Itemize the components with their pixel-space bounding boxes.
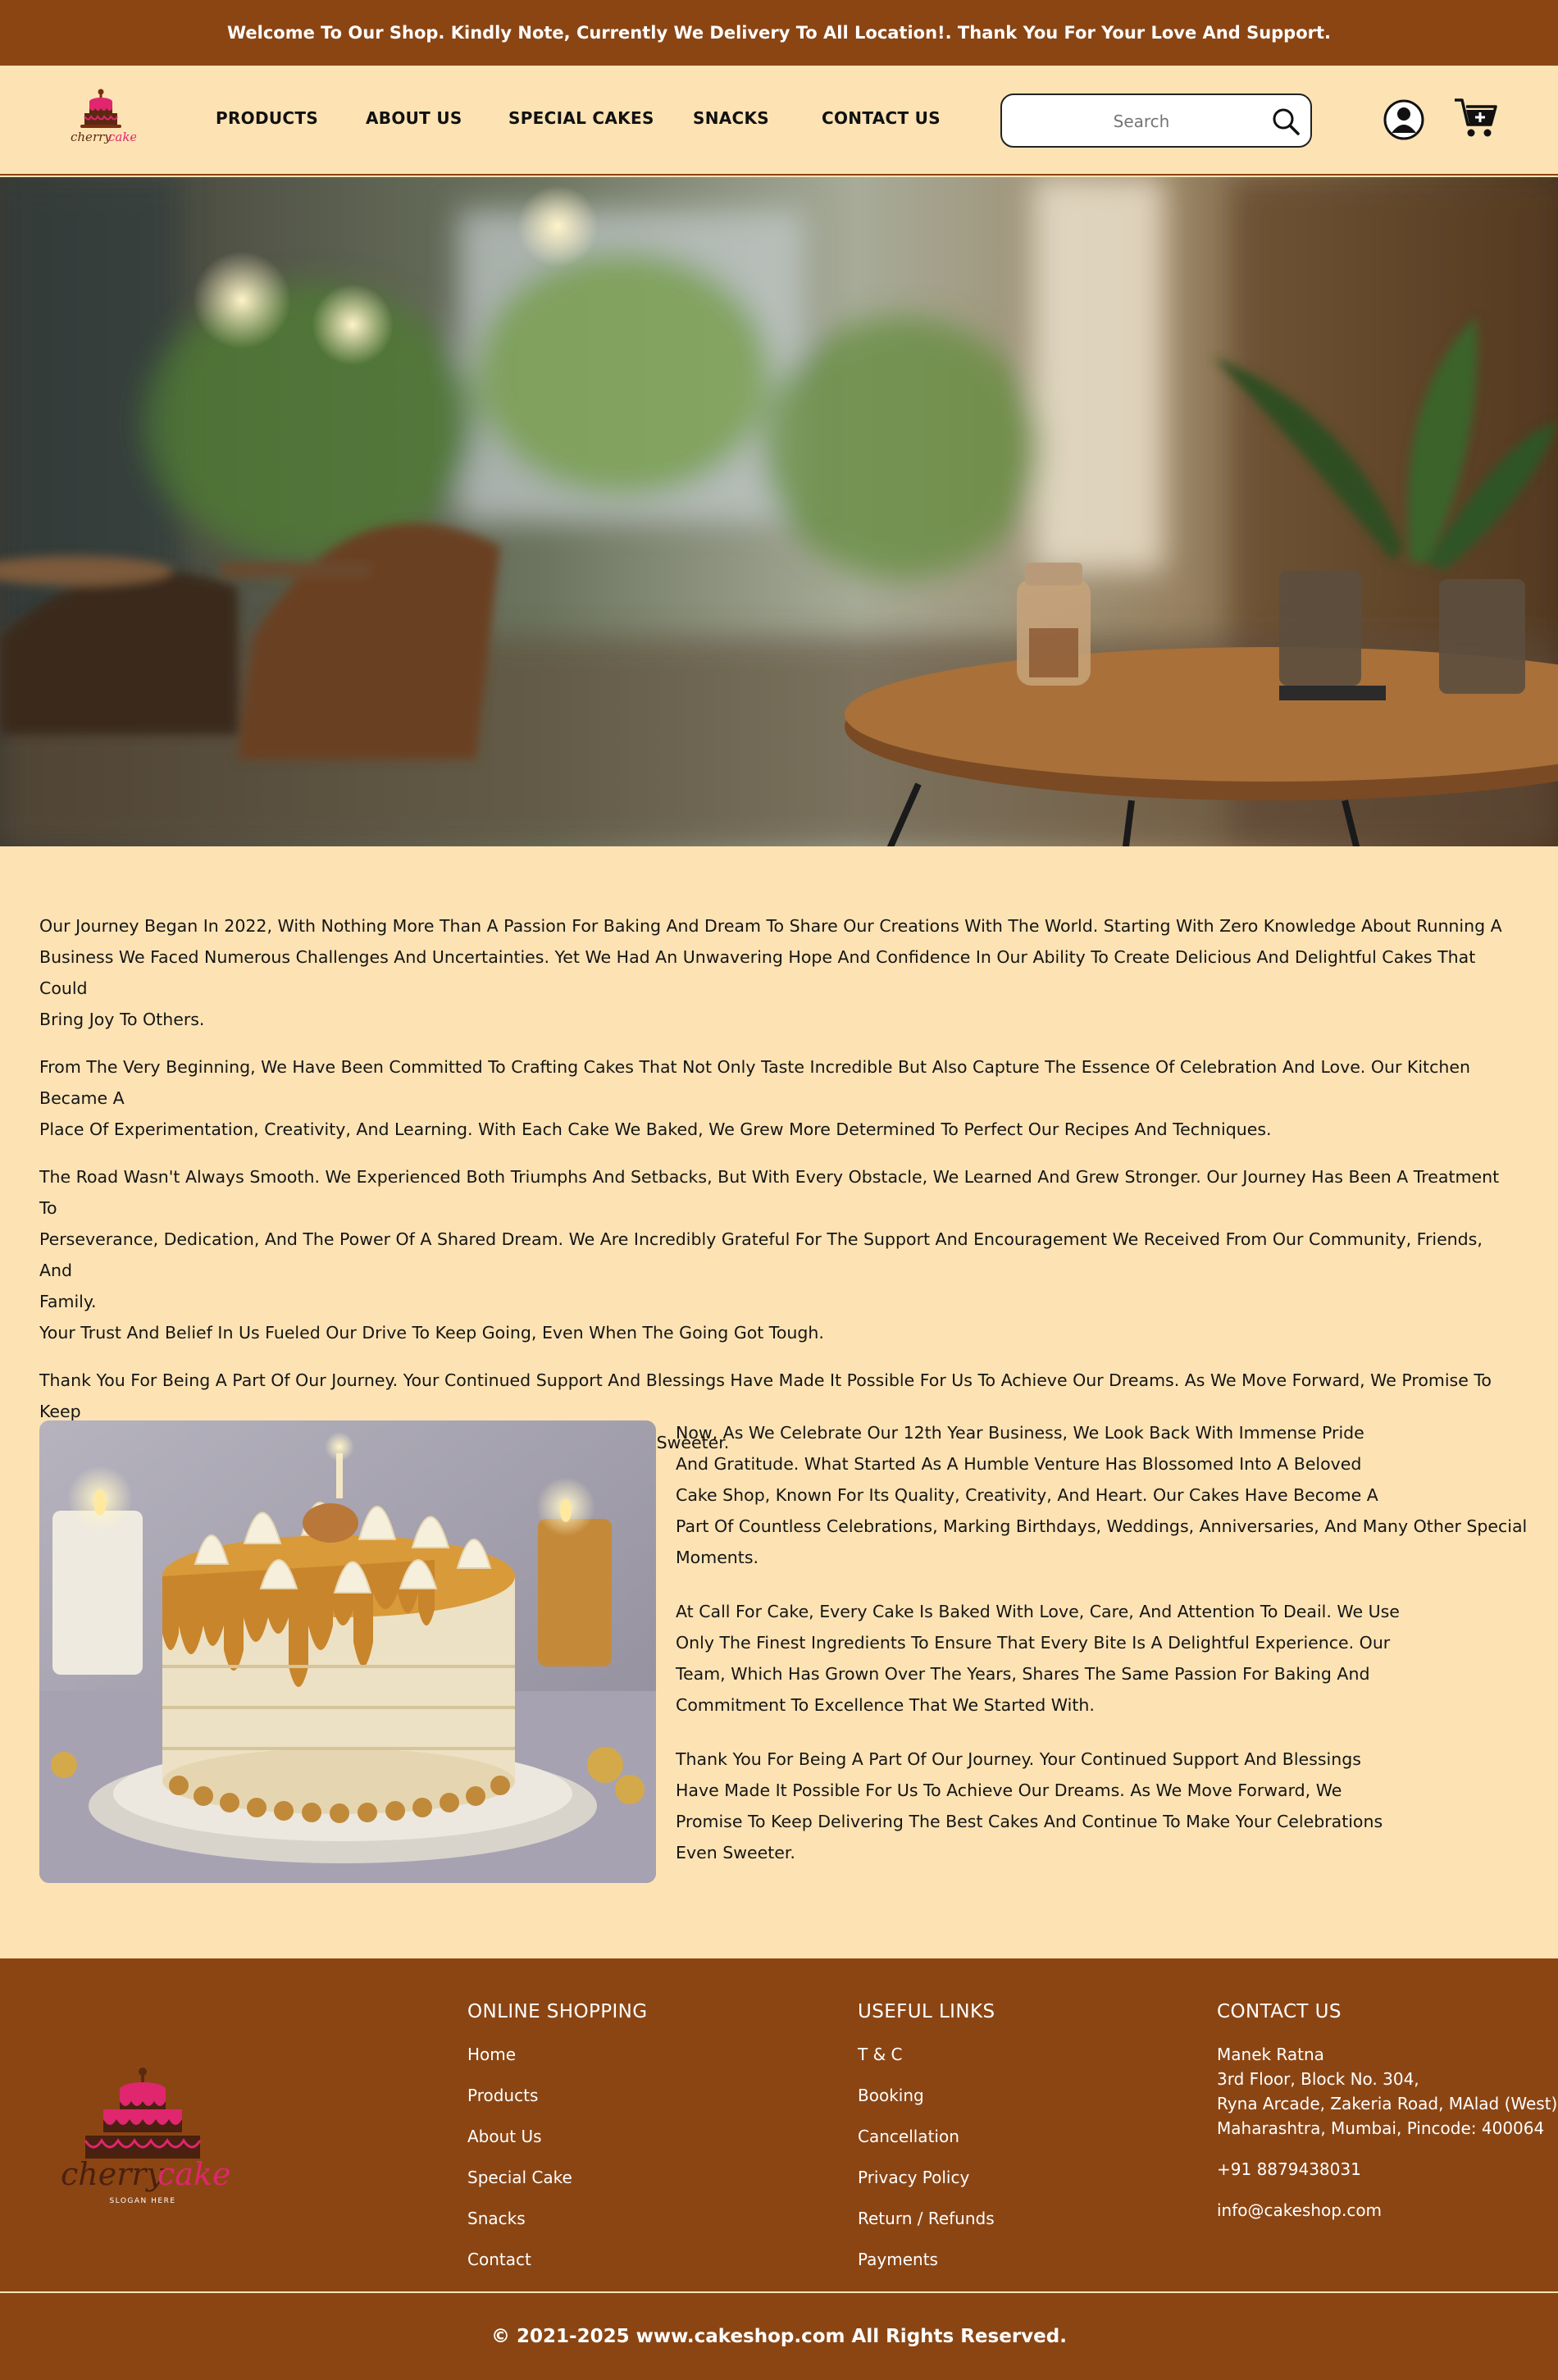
cart-icon[interactable] xyxy=(1453,95,1499,141)
search-input[interactable] xyxy=(1018,107,1264,136)
user-icon[interactable] xyxy=(1383,98,1425,141)
svg-text:cherry: cherry xyxy=(71,130,112,144)
svg-text:cake: cake xyxy=(157,2156,230,2192)
footer-email[interactable]: info@cakeshop.com xyxy=(1217,2198,1558,2223)
footer-link-payments[interactable]: Payments xyxy=(858,2247,995,2272)
story-paragraph-line: Family. xyxy=(39,1292,97,1311)
footer-link-privacy-policy[interactable]: Privacy Policy xyxy=(858,2165,995,2190)
footer-cherry-cake-logo[interactable]: cherry cake SLOGAN HERE xyxy=(52,2062,233,2209)
footer-link-cancellation[interactable]: Cancellation xyxy=(858,2124,995,2149)
announcement-bar: Welcome To Our Shop. Kindly Note, Curren… xyxy=(0,0,1558,66)
side-paragraph-line: Moments. xyxy=(676,1548,759,1567)
side-paragraph: Now, As We Celebrate Our 12th Year Busin… xyxy=(676,1417,1545,1573)
nav-products[interactable]: PRODUCTS xyxy=(216,108,318,128)
story-paragraph-line: Our Journey Began In 2022, With Nothing … xyxy=(39,916,1502,936)
footer-link-about-us[interactable]: About Us xyxy=(467,2124,648,2149)
side-paragraph-line: Team, Which Has Grown Over The Years, Sh… xyxy=(676,1664,1370,1684)
side-paragraph-line: And Gratitude. What Started As A Humble … xyxy=(676,1454,1362,1474)
svg-text:cake: cake xyxy=(108,130,136,144)
story-paragraph-line: Your Trust And Belief In Us Fueled Our D… xyxy=(39,1323,824,1343)
story-paragraph-line: The Road Wasn't Always Smooth. We Experi… xyxy=(39,1167,1500,1218)
footer-link-products[interactable]: Products xyxy=(467,2083,648,2108)
side-paragraph-line: Cake Shop, Known For Its Quality, Creati… xyxy=(676,1485,1378,1505)
footer-link-special-cake[interactable]: Special Cake xyxy=(467,2165,648,2190)
side-paragraph: At Call For Cake, Every Cake Is Baked Wi… xyxy=(676,1596,1545,1721)
footer-online-shopping-title: ONLINE SHOPPING xyxy=(467,2001,648,2022)
side-paragraph-line: Promise To Keep Delivering The Best Cake… xyxy=(676,1812,1383,1831)
caramel-cake-image xyxy=(39,1420,656,1883)
footer-address: Manek Ratna 3rd Floor, Block No. 304, Ry… xyxy=(1217,2042,1558,2141)
footer-online-shopping: ONLINE SHOPPING Home Products About Us S… xyxy=(467,2001,648,2288)
address-line: Manek Ratna xyxy=(1217,2045,1324,2064)
hero-cafe-image xyxy=(0,177,1558,846)
story-paragraph-line: Business We Faced Numerous Challenges An… xyxy=(39,947,1476,998)
story-paragraph-line: Place Of Experimentation, Creativity, An… xyxy=(39,1119,1272,1139)
footer-divider xyxy=(0,2291,1558,2293)
story-paragraph-line: From The Very Beginning, We Have Been Co… xyxy=(39,1057,1470,1108)
side-paragraph-line: Have Made It Possible For Us To Achieve … xyxy=(676,1780,1342,1800)
footer-link-terms[interactable]: T & C xyxy=(858,2042,995,2067)
address-line: 3rd Floor, Block No. 304, xyxy=(1217,2069,1419,2089)
side-paragraph-line: Part Of Countless Celebrations, Marking … xyxy=(676,1516,1528,1536)
svg-text:cherry: cherry xyxy=(61,2156,165,2192)
story-paragraph-line: Perseverance, Dedication, And The Power … xyxy=(39,1229,1483,1280)
footer: cherry cake SLOGAN HERE ONLINE SHOPPING … xyxy=(0,1958,1558,2380)
footer-link-contact[interactable]: Contact xyxy=(467,2247,648,2272)
nav-contact-us[interactable]: CONTACT US xyxy=(822,108,941,128)
story-section: Our Journey Began In 2022, With Nothing … xyxy=(39,910,1519,1475)
cherry-cake-logo[interactable]: cherry cake xyxy=(66,84,136,154)
footer-useful-links: USEFUL LINKS T & C Booking Cancellation … xyxy=(858,2001,995,2288)
footer-useful-links-title: USEFUL LINKS xyxy=(858,2001,995,2022)
story-paragraph: Our Journey Began In 2022, With Nothing … xyxy=(39,910,1519,1035)
side-paragraph-line: Commitment To Excellence That We Started… xyxy=(676,1695,1095,1715)
footer-phone[interactable]: +91 8879438031 xyxy=(1217,2157,1558,2182)
story-paragraph: From The Very Beginning, We Have Been Co… xyxy=(39,1051,1519,1145)
search-icon[interactable] xyxy=(1269,105,1302,138)
nav-snacks[interactable]: SNACKS xyxy=(693,108,769,128)
search-box xyxy=(1000,93,1312,148)
nav-special-cakes[interactable]: SPECIAL CAKES xyxy=(508,108,654,128)
story-paragraph-line: Bring Joy To Others. xyxy=(39,1010,205,1029)
announcement-text: Welcome To Our Shop. Kindly Note, Curren… xyxy=(226,23,1332,43)
navbar: cherry cake PRODUCTS ABOUT US SPECIAL CA… xyxy=(0,66,1558,176)
side-paragraph-line: At Call For Cake, Every Cake Is Baked Wi… xyxy=(676,1602,1400,1621)
side-paragraph-line: Thank You For Being A Part Of Our Journe… xyxy=(676,1749,1361,1769)
side-paragraph-line: Only The Finest Ingredients To Ensure Th… xyxy=(676,1633,1391,1653)
nav-about-us[interactable]: ABOUT US xyxy=(366,108,462,128)
address-line: Maharashtra, Mumbai, Pincode: 400064 xyxy=(1217,2118,1545,2138)
story-paragraph: The Road Wasn't Always Smooth. We Experi… xyxy=(39,1161,1519,1348)
footer-contact: CONTACT US Manek Ratna 3rd Floor, Block … xyxy=(1217,2001,1558,2223)
footer-link-snacks[interactable]: Snacks xyxy=(467,2206,648,2231)
footer-contact-title: CONTACT US xyxy=(1217,2001,1342,2022)
side-paragraph: Thank You For Being A Part Of Our Journe… xyxy=(676,1744,1545,1868)
address-line: Ryna Arcade, Zakeria Road, MAlad (West), xyxy=(1217,2094,1558,2113)
side-paragraph-line: Now, As We Celebrate Our 12th Year Busin… xyxy=(676,1423,1364,1443)
side-text-section: Now, As We Celebrate Our 12th Year Busin… xyxy=(676,1417,1545,1891)
footer-link-booking[interactable]: Booking xyxy=(858,2083,995,2108)
copyright-text: © 2021-2025 www.cakeshop.com All Rights … xyxy=(491,2326,1067,2347)
footer-link-home[interactable]: Home xyxy=(467,2042,648,2067)
side-paragraph-line: Even Sweeter. xyxy=(676,1843,795,1863)
footer-link-return-refunds[interactable]: Return / Refunds xyxy=(858,2206,995,2231)
svg-text:SLOGAN HERE: SLOGAN HERE xyxy=(109,2197,175,2205)
